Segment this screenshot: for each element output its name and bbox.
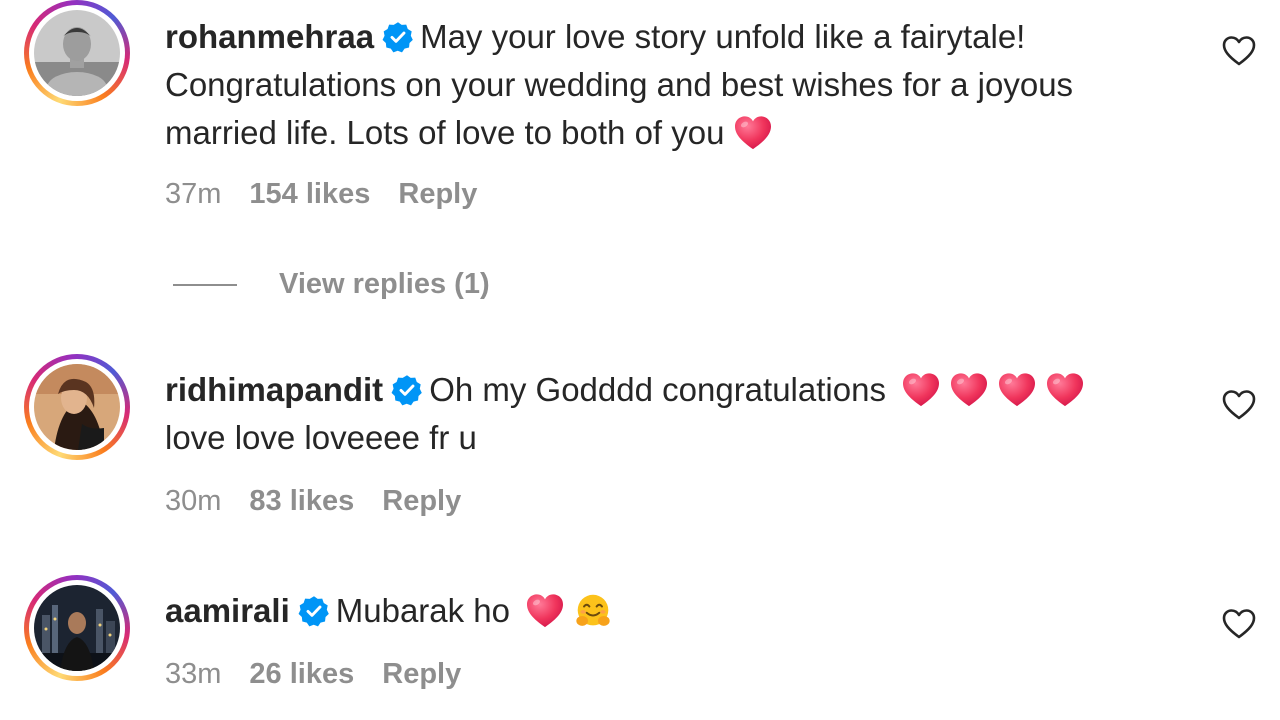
username[interactable]: ridhimapandit	[165, 371, 383, 408]
replies-divider-line	[173, 284, 237, 287]
comment-meta: 33m 26 likes Reply	[165, 658, 489, 691]
timestamp[interactable]: 37m	[165, 178, 221, 210]
heart-emoji-icon	[734, 115, 772, 151]
heart-emoji-icon	[1046, 372, 1084, 408]
avatar	[34, 364, 120, 450]
comment-meta: 30m 83 likes Reply	[165, 485, 489, 518]
reply-button[interactable]: Reply	[382, 485, 461, 517]
like-heart-outline-icon[interactable]	[1222, 608, 1256, 640]
heart-emoji-icon	[902, 372, 940, 408]
comment-body: rohanmehraa May your love story unfold li…	[165, 13, 1175, 157]
hugging-face-emoji-icon	[574, 593, 612, 629]
avatar	[34, 585, 120, 671]
comment-text-line2: Congratulations on your wedding and best…	[165, 66, 1074, 103]
comment-text-line1: Oh my Godddd congratulations	[429, 371, 886, 408]
heart-emoji-icon	[950, 372, 988, 408]
comment-text-line1: Mubarak ho	[335, 592, 511, 629]
comment-text-line2: love love loveeee fr u	[165, 419, 477, 456]
reply-button[interactable]: Reply	[382, 658, 461, 690]
heart-emoji-icon	[998, 372, 1036, 408]
avatar	[34, 10, 120, 96]
comment-text-line3: married life. Lots of love to both of yo…	[165, 114, 725, 151]
avatar-ring[interactable]	[24, 0, 130, 106]
like-heart-outline-icon[interactable]	[1222, 389, 1256, 421]
comment-body: ridhimapandit Oh my Godddd congratulation…	[165, 366, 1175, 462]
avatar-ring[interactable]	[24, 575, 130, 681]
username[interactable]: aamirali	[165, 592, 290, 629]
likes-count[interactable]: 26 likes	[249, 658, 354, 690]
comment-body: aamirali Mubarak ho	[165, 587, 1175, 635]
reply-button[interactable]: Reply	[398, 178, 477, 210]
comment-meta: 37m 154 likes Reply	[165, 178, 505, 211]
likes-count[interactable]: 154 likes	[249, 178, 370, 210]
avatar-ring[interactable]	[24, 354, 130, 460]
heart-emoji-icon	[526, 593, 564, 629]
like-heart-outline-icon[interactable]	[1222, 35, 1256, 67]
verified-badge-icon	[391, 374, 423, 406]
timestamp[interactable]: 30m	[165, 485, 221, 517]
comment-text-line1: May your love story unfold like a fairyt…	[420, 18, 1026, 55]
likes-count[interactable]: 83 likes	[249, 485, 354, 517]
verified-badge-icon	[298, 595, 330, 627]
username[interactable]: rohanmehraa	[165, 18, 374, 55]
timestamp[interactable]: 33m	[165, 658, 221, 690]
view-replies-button[interactable]: View replies (1)	[173, 268, 490, 301]
view-replies-label: View replies (1)	[279, 268, 490, 300]
verified-badge-icon	[382, 21, 414, 53]
